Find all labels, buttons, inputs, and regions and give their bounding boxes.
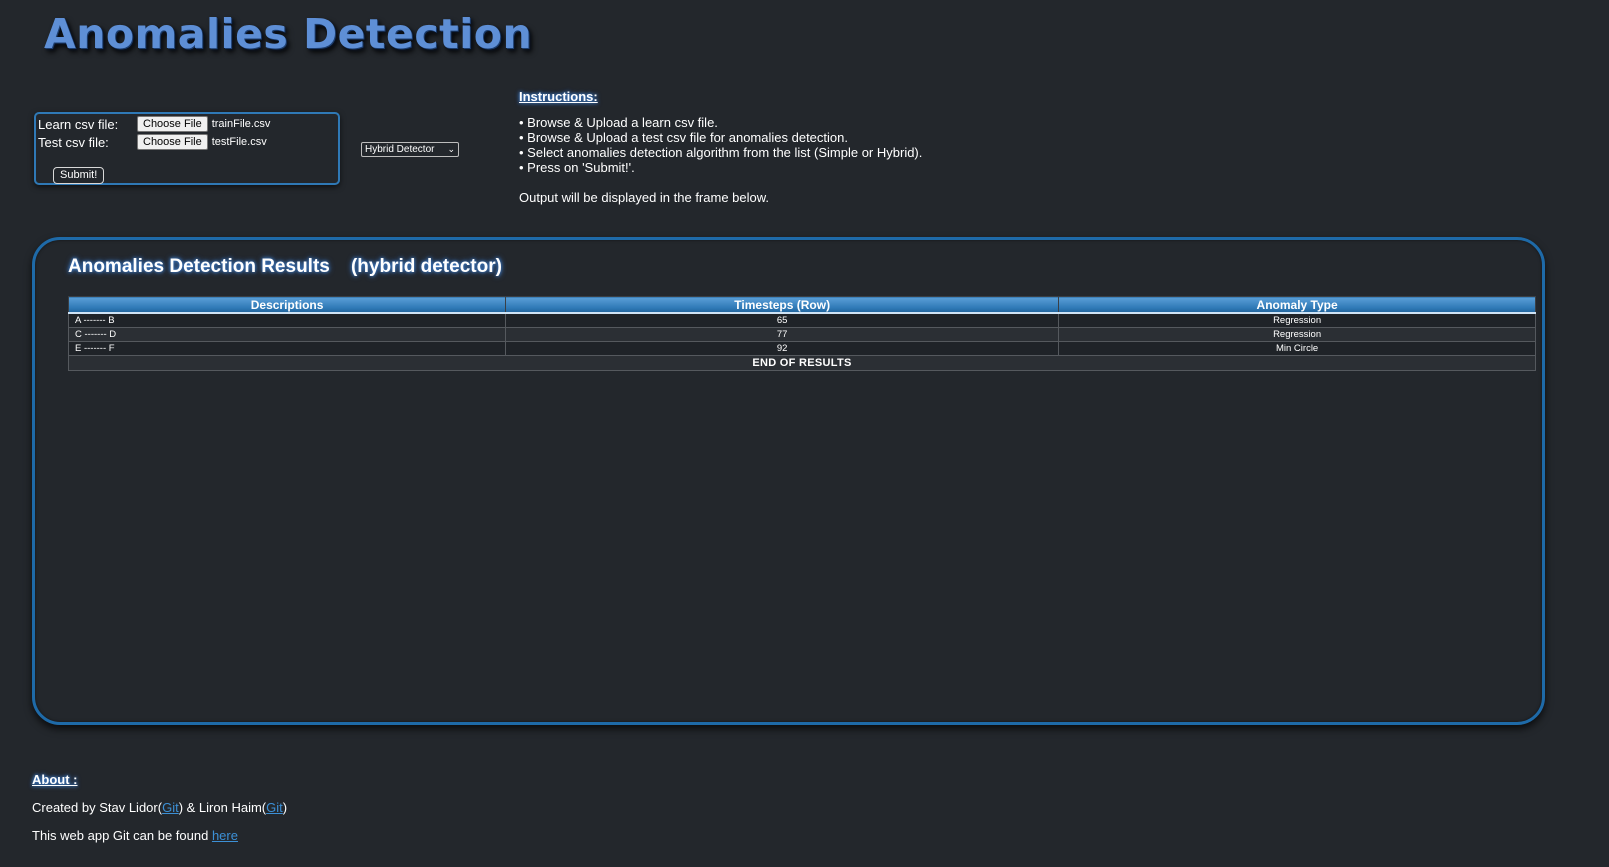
repo-link[interactable]: here [212, 828, 238, 843]
credit-prefix: Created by Stav Lidor( [32, 800, 163, 815]
app-title: Anomalies Detection [44, 10, 533, 58]
results-header-row: Descriptions Timesteps (Row) Anomaly Typ… [67, 296, 1536, 314]
page: Anomalies Detection Learn csv file: Choo… [0, 0, 1609, 867]
cell-description: E ------- F [67, 341, 507, 356]
instruction-item: • Browse & Upload a test csv file for an… [519, 130, 848, 145]
test-file-label: Test csv file: [38, 134, 109, 150]
credit-middle: ) & Liron Haim( [178, 800, 267, 815]
results-frame[interactable]: Anomalies Detection Results (hybrid dete… [32, 237, 1545, 725]
instructions-list: • Browse & Upload a learn csv file. • Br… [519, 115, 922, 175]
results-title: Anomalies Detection Results (hybrid dete… [68, 256, 502, 277]
output-note: Output will be displayed in the frame be… [519, 190, 770, 205]
instructions-panel: Instructions: • Browse & Upload a learn … [519, 89, 922, 205]
chevron-down-icon: ⌄ [447, 144, 455, 154]
end-of-results-label: END OF RESULTS [68, 355, 1536, 371]
test-file-row: Test csv file: Choose File testFile.csv [38, 134, 267, 150]
instruction-item: • Press on 'Submit!'. [519, 160, 635, 175]
table-row: C ------- D 77 Regression [67, 327, 1536, 342]
learn-file-row: Learn csv file: Choose File trainFile.cs… [38, 116, 270, 132]
instruction-item: • Browse & Upload a learn csv file. [519, 115, 718, 130]
results-table: Descriptions Timesteps (Row) Anomaly Typ… [67, 296, 1536, 371]
table-row: E ------- F 92 Min Circle [67, 341, 1536, 356]
column-header-timesteps: Timesteps (Row) [505, 296, 1060, 314]
submit-button[interactable]: Submit! [53, 167, 105, 184]
table-row: A ------- B 65 Regression [67, 312, 1536, 328]
learn-choose-file-button[interactable]: Choose File [137, 116, 208, 132]
credit-suffix: ) [282, 800, 288, 815]
instructions-heading: Instructions: [519, 89, 598, 104]
column-header-descriptions: Descriptions [67, 296, 507, 314]
about-section: About : Created by Stav Lidor(Git) & Lir… [32, 772, 287, 843]
test-choose-file-button[interactable]: Choose File [137, 134, 208, 150]
learn-file-name: trainFile.csv [211, 118, 271, 130]
credits-line: Created by Stav Lidor(Git) & Liron Haim(… [32, 800, 287, 815]
learn-file-label: Learn csv file: [38, 116, 119, 132]
end-of-results-row: END OF RESULTS [68, 355, 1536, 371]
algorithm-selected-value: Hybrid Detector [365, 144, 435, 155]
instruction-item: • Select anomalies detection algorithm f… [519, 145, 923, 160]
about-heading: About : [32, 772, 78, 787]
cell-description: C ------- D [67, 327, 507, 342]
cell-timestep: 65 [505, 312, 1060, 328]
cell-anomaly-type: Regression [1058, 327, 1536, 342]
algorithm-select[interactable]: Hybrid Detector ⌄ [361, 142, 459, 157]
cell-timestep: 92 [505, 341, 1060, 356]
column-header-anomaly-type: Anomaly Type [1058, 296, 1536, 314]
repo-line: This web app Git can be found here [32, 828, 287, 843]
cell-description: A ------- B [67, 312, 507, 328]
test-file-name: testFile.csv [211, 136, 267, 148]
stav-git-link[interactable]: Git [162, 800, 179, 815]
cell-anomaly-type: Min Circle [1058, 341, 1536, 356]
repo-prefix: This web app Git can be found [32, 828, 212, 843]
liron-git-link[interactable]: Git [266, 800, 283, 815]
cell-anomaly-type: Regression [1058, 312, 1536, 328]
cell-timestep: 77 [505, 327, 1060, 342]
upload-form: Learn csv file: Choose File trainFile.cs… [34, 112, 340, 185]
